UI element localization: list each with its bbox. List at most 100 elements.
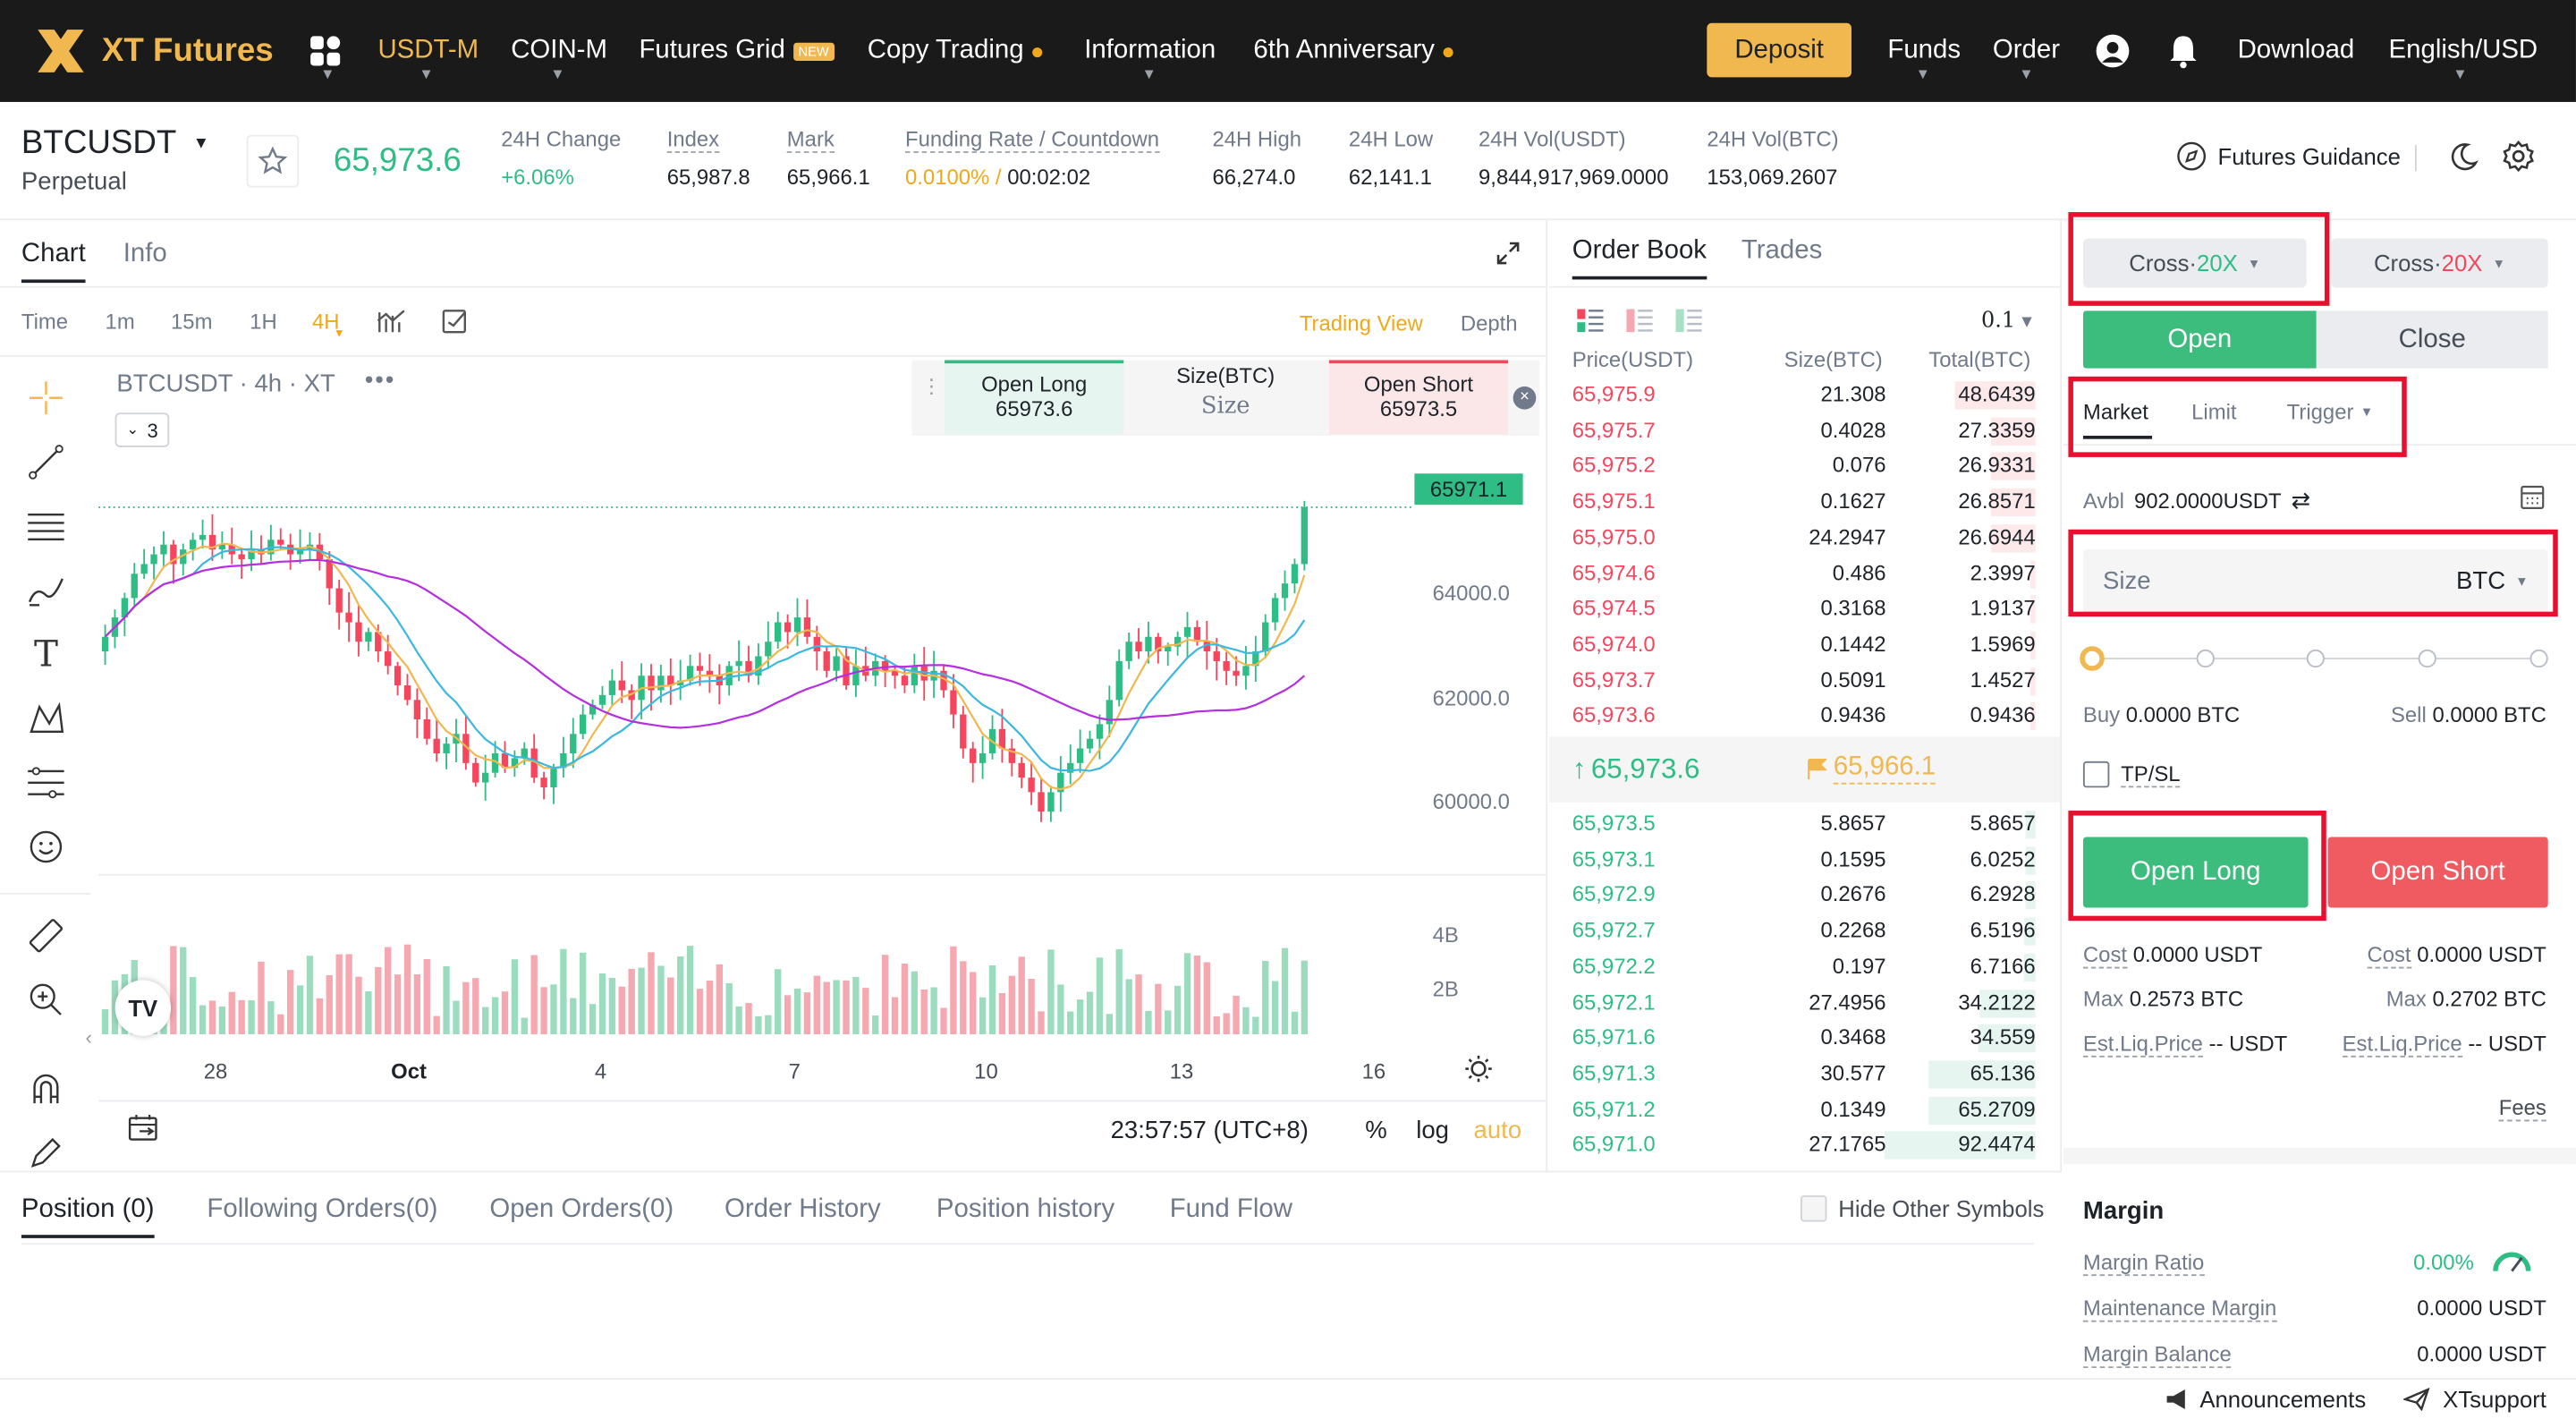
close-quick-order-icon[interactable]: ×	[1513, 386, 1537, 410]
view-depth[interactable]: Depth	[1461, 310, 1518, 336]
tpsl-checkbox[interactable]	[2082, 760, 2110, 788]
tab-order-history[interactable]: Order History	[724, 1195, 881, 1225]
announcements-link[interactable]: Announcements	[2165, 1386, 2366, 1413]
precision-select[interactable]: 0.1 ▼	[1981, 310, 2032, 335]
quick-open-long-button[interactable]: Open Long 65973.6	[945, 360, 1124, 435]
indicator-toggle[interactable]: ⌄ 3	[114, 412, 170, 447]
book-both-icon[interactable]	[1577, 309, 1604, 337]
indicators-icon[interactable]	[377, 306, 406, 341]
chart-sun-settings-icon[interactable]	[1463, 1054, 1493, 1089]
bid-row[interactable]: 65,972.2 0.197 6.7166	[1572, 950, 2059, 985]
tab-close[interactable]: Close	[2316, 310, 2548, 369]
nav-download[interactable]: Download	[2238, 0, 2355, 102]
slider-tick-25[interactable]	[2196, 649, 2215, 668]
interval-1m[interactable]: 1m	[106, 310, 135, 335]
ask-row[interactable]: 65,975.9 21.308 48.6439	[1572, 378, 2059, 413]
slider-tick-100[interactable]	[2529, 649, 2548, 668]
symbol-selector[interactable]: BTCUSDT ▼	[21, 125, 209, 163]
bid-row[interactable]: 65,971.0 27.1765 92.4474	[1572, 1128, 2059, 1163]
nav-futures-grid[interactable]: Futures Grid NEW	[639, 0, 835, 102]
hide-other-symbols[interactable]: Hide Other Symbols	[1801, 1195, 2044, 1222]
interval-1h[interactable]: 1H	[250, 310, 277, 335]
tpsl-toggle[interactable]: TP/SL	[2082, 760, 2181, 788]
tab-position-history[interactable]: Position history	[936, 1195, 1114, 1225]
hide-other-checkbox[interactable]	[1801, 1195, 1827, 1222]
pencil-lock-icon[interactable]	[23, 1130, 69, 1176]
ask-row[interactable]: 65,974.0 0.1442 1.5969	[1572, 628, 2059, 663]
favorite-star-icon[interactable]	[246, 134, 300, 188]
interval-time[interactable]: Time	[21, 310, 68, 335]
nav-order[interactable]: Order	[1993, 0, 2060, 102]
ask-row[interactable]: 65,974.5 0.3168 1.9137	[1572, 592, 2059, 627]
tab-trades[interactable]: Trades	[1741, 237, 1822, 267]
quick-open-short-button[interactable]: Open Short 65973.5	[1328, 360, 1509, 435]
candle-body	[784, 622, 792, 633]
nav-information[interactable]: Information	[1084, 0, 1216, 102]
bid-size: 27.1765	[1809, 1131, 1886, 1157]
futures-guidance-link[interactable]: Futures Guidance	[2177, 141, 2401, 171]
size-slider-handle[interactable]	[2080, 646, 2105, 671]
tradingview-logo-icon[interactable]: TV	[114, 980, 172, 1036]
nav-usdt-m[interactable]: USDT-M	[377, 0, 479, 102]
tab-position[interactable]: Position (0)	[21, 1195, 155, 1238]
tab-following-orders[interactable]: Following Orders(0)	[207, 1195, 437, 1225]
book-asks-icon[interactable]	[1626, 309, 1653, 337]
ask-size: 0.486	[1832, 559, 1886, 585]
apps-grid-icon[interactable]	[309, 0, 342, 102]
tab-info[interactable]: Info	[123, 240, 167, 269]
ask-row[interactable]: 65,975.2 0.076 26.9331	[1572, 449, 2059, 484]
ask-row[interactable]: 65,975.1 0.1627 26.8571	[1572, 485, 2059, 520]
crosshair-icon[interactable]	[23, 375, 69, 421]
ask-row[interactable]: 65,975.0 24.2947 26.6944	[1572, 521, 2059, 556]
scale-log[interactable]: log	[1416, 1117, 1449, 1144]
tab-order-book[interactable]: Order Book	[1572, 237, 1707, 280]
tab-open[interactable]: Open	[2082, 310, 2317, 369]
deposit-button[interactable]: Deposit	[1707, 22, 1852, 78]
support-link[interactable]: XTsupport	[2403, 1386, 2546, 1413]
ask-row[interactable]: 65,973.6 0.9436 0.9436	[1572, 700, 2059, 735]
scale-auto[interactable]: auto	[1474, 1117, 1522, 1144]
nav-language[interactable]: English/USD	[2389, 0, 2538, 102]
moon-icon[interactable]	[2448, 141, 2479, 177]
calculator-icon[interactable]	[2520, 485, 2545, 514]
nav-coin-m[interactable]: COIN-M	[511, 0, 607, 102]
bid-row[interactable]: 65,972.1 27.4956 34.2122	[1572, 986, 2059, 1021]
expand-icon[interactable]	[1495, 240, 1521, 271]
ask-row[interactable]: 65,973.7 0.5091 1.4527	[1572, 664, 2059, 699]
more-dots-icon[interactable]: •••	[365, 367, 395, 395]
chart-settings-icon[interactable]	[440, 306, 470, 341]
ask-row[interactable]: 65,975.7 0.4028 27.3359	[1572, 414, 2059, 449]
ask-row[interactable]: 65,974.6 0.486 2.3997	[1572, 557, 2059, 591]
user-avatar-icon[interactable]	[2095, 0, 2131, 102]
bid-row[interactable]: 65,972.9 0.2676 6.2928	[1572, 879, 2059, 913]
date-range-icon[interactable]	[128, 1113, 161, 1148]
cross-margin-right-button[interactable]: Cross· 20X ▼	[2331, 238, 2548, 288]
nav-copy-trading[interactable]: Copy Trading ●	[868, 0, 1045, 102]
bell-icon[interactable]	[2167, 0, 2200, 102]
nav-anniversary[interactable]: 6th Anniversary ●	[1253, 0, 1454, 102]
bid-row[interactable]: 65,971.3 30.577 65.136	[1572, 1058, 2059, 1092]
open-short-button[interactable]: Open Short	[2327, 837, 2548, 908]
slider-tick-50[interactable]	[2306, 649, 2325, 668]
tab-open-orders[interactable]: Open Orders(0)	[489, 1195, 674, 1225]
fees-link[interactable]: Fees	[2498, 1095, 2546, 1122]
tab-fund-flow[interactable]: Fund Flow	[1170, 1195, 1292, 1225]
bid-row[interactable]: 65,973.5 5.8657 5.8657	[1572, 807, 2059, 842]
logo[interactable]: XT Futures	[33, 0, 274, 102]
scale-percent[interactable]: %	[1365, 1117, 1387, 1144]
slider-tick-75[interactable]	[2418, 649, 2436, 668]
interval-15m[interactable]: 15m	[171, 310, 212, 335]
bid-row[interactable]: 65,972.7 0.2268 6.5196	[1572, 914, 2059, 949]
candle-body	[823, 651, 830, 671]
book-bids-icon[interactable]	[1675, 309, 1702, 337]
candlestick-chart[interactable]	[0, 451, 1546, 1109]
bid-row[interactable]: 65,971.6 0.3468 34.559	[1572, 1022, 2059, 1057]
nav-funds[interactable]: Funds	[1887, 0, 1961, 102]
bid-row[interactable]: 65,971.2 0.1349 65.2709	[1572, 1092, 2059, 1127]
view-trading-view[interactable]: Trading View	[1300, 310, 1423, 336]
quick-size-field[interactable]: Size(BTC) Size	[1127, 360, 1324, 434]
bid-row[interactable]: 65,973.1 0.1595 6.0252	[1572, 843, 2059, 878]
transfer-icon[interactable]: ⇄	[2292, 487, 2311, 514]
tab-chart[interactable]: Chart	[21, 240, 86, 284]
settings-gear-icon[interactable]	[2502, 140, 2535, 177]
